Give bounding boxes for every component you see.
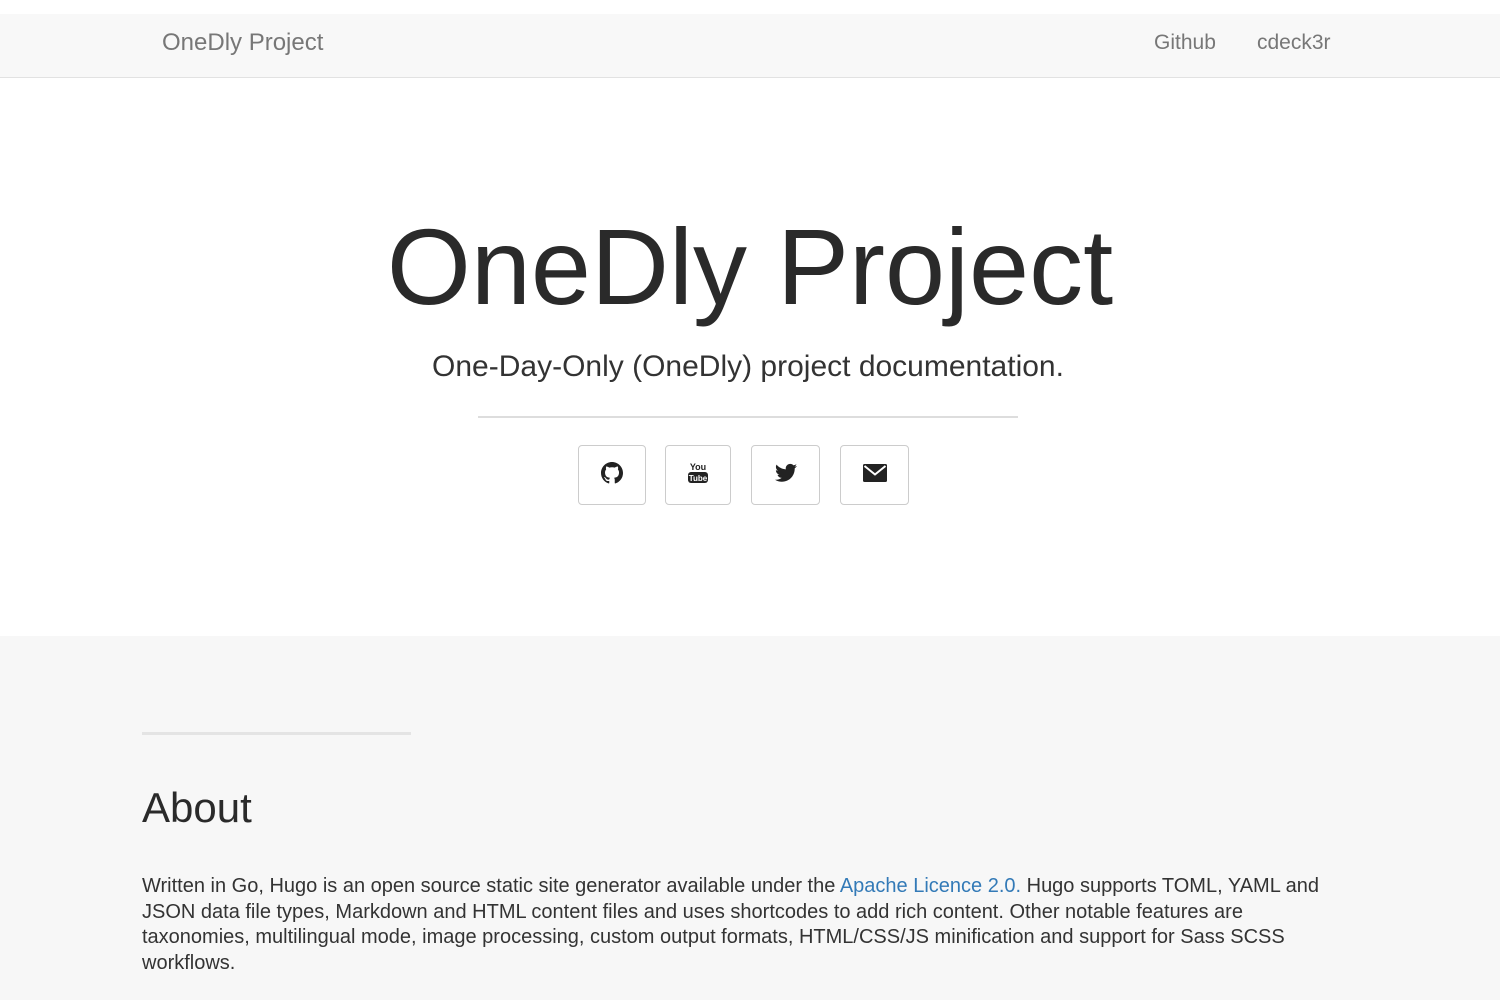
envelope-icon [862,463,887,487]
hero-divider [478,416,1018,418]
email-button[interactable] [840,445,909,505]
youtube-icon: You Tube [687,461,709,490]
top-strip [0,0,1500,14]
apache-licence-link[interactable]: Apache Licence 2.0. [840,875,1021,897]
about-text-part-1: Written in Go, Hugo is an open source st… [142,875,840,897]
nav-link-github[interactable]: Github [1154,31,1216,55]
about-section: About Written in Go, Hugo is an open sou… [0,636,1500,1000]
github-button[interactable] [578,445,646,505]
nav-link-cdeck3r[interactable]: cdeck3r [1257,31,1331,55]
hero-subtitle: One-Day-Only (OneDly) project documentat… [432,350,1064,383]
twitter-button[interactable] [751,445,820,505]
youtube-button[interactable]: You Tube [665,445,731,505]
github-icon [601,461,623,489]
about-divider [142,732,411,735]
navbar: OneDly Project Github cdeck3r [0,14,1500,78]
twitter-icon [774,463,797,488]
about-title: About [142,784,252,831]
hero-title: OneDly Project [386,206,1114,327]
svg-text:You: You [690,462,706,472]
navbar-brand[interactable]: OneDly Project [162,29,323,57]
hero-section: OneDly Project One-Day-Only (OneDly) pro… [0,78,1500,636]
about-paragraph: Written in Go, Hugo is an open source st… [142,874,1342,976]
svg-text:Tube: Tube [689,474,708,483]
